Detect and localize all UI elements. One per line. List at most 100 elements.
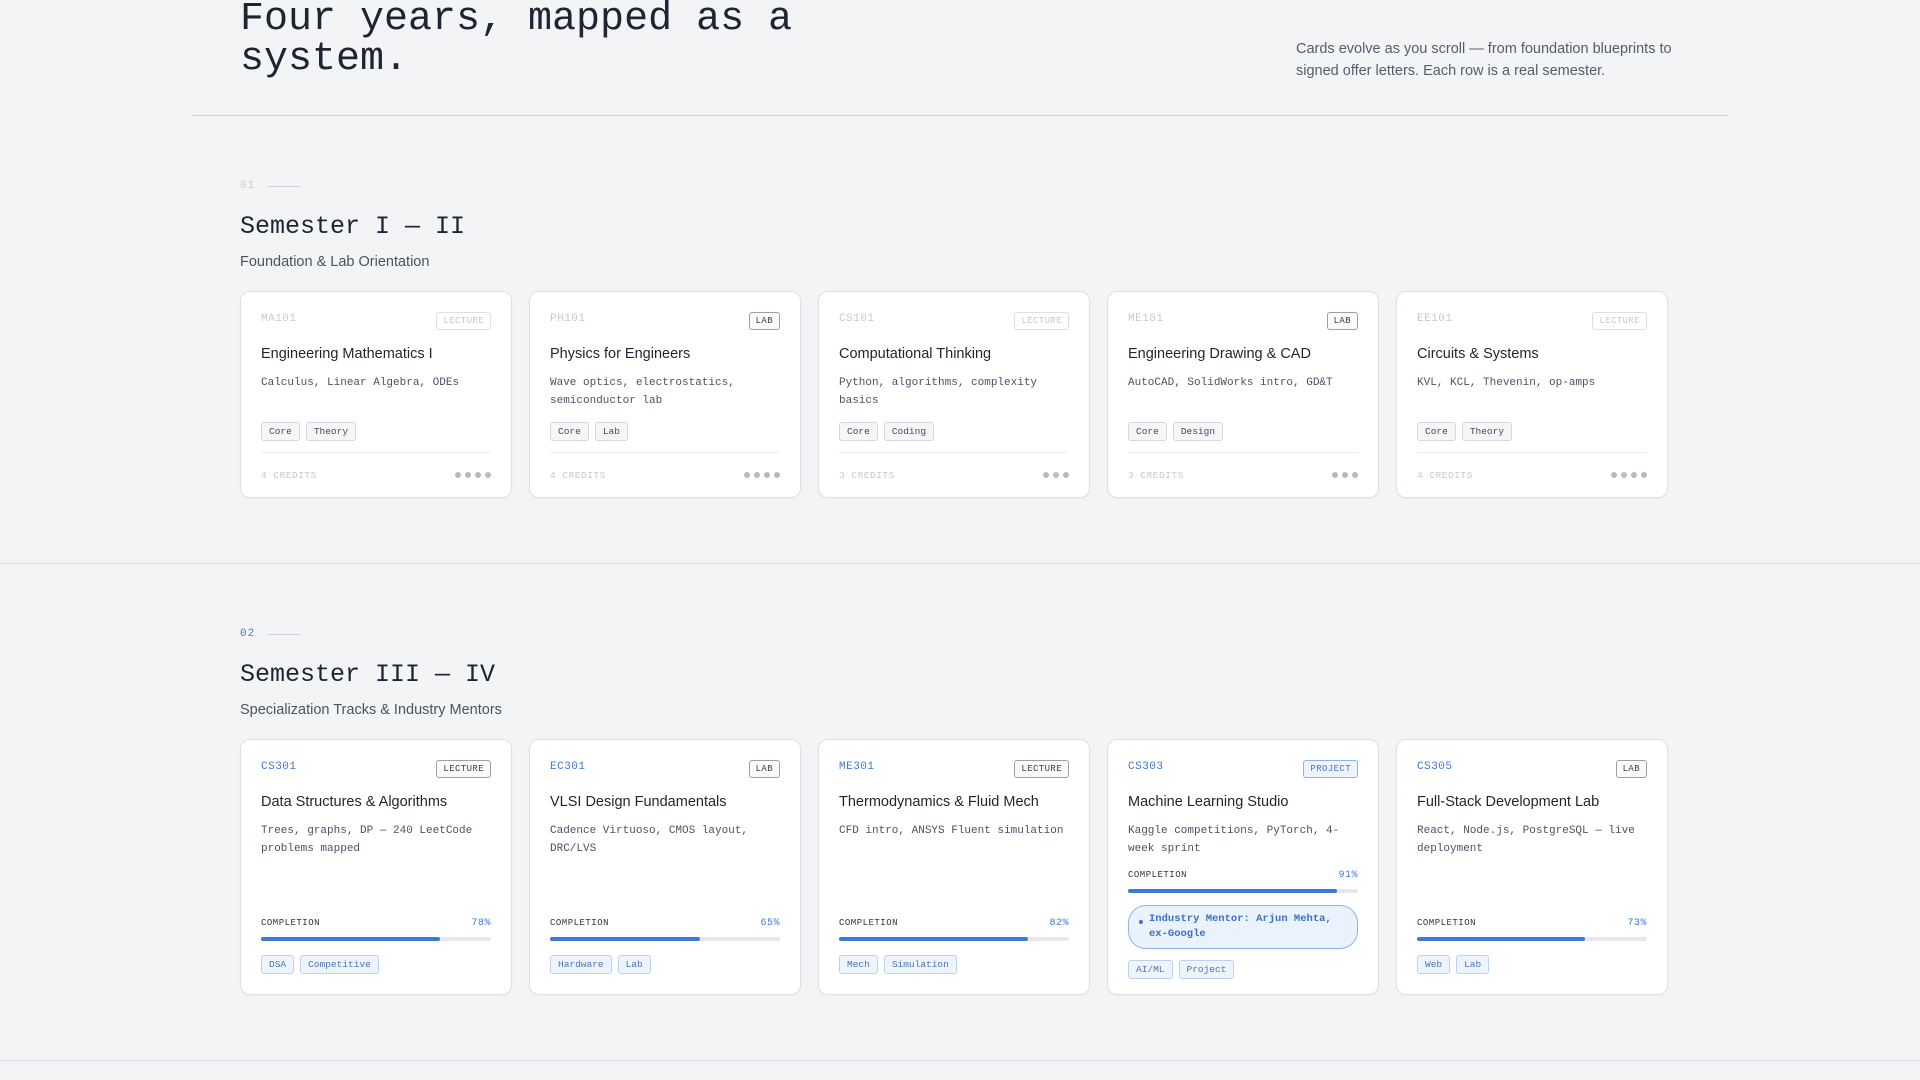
tag-list: Mech Simulation: [839, 955, 1069, 974]
section-divider: [0, 1060, 1920, 1061]
tag-list: Core Theory: [1417, 422, 1647, 441]
completion-block: COMPLETION 65%: [550, 918, 780, 941]
completion-label: COMPLETION: [1128, 870, 1188, 880]
course-code: EC301: [550, 761, 586, 773]
tag-list: Core Theory: [261, 422, 491, 441]
course-code: EE101: [1417, 313, 1453, 325]
credit-dot: [754, 472, 760, 478]
credit-dot: [1332, 472, 1338, 478]
course-card[interactable]: EC301 LAB VLSI Design Fundamentals Cadence …: [529, 739, 801, 995]
section-number: 02: [240, 628, 1680, 640]
progress-fill: [1128, 889, 1338, 893]
course-card[interactable]: CS305 LAB Full-Stack Development Lab React,…: [1396, 739, 1668, 995]
page-description: Cards evolve as you scroll — from founda…: [1296, 41, 1672, 79]
tag-list: Core Design: [1128, 422, 1358, 441]
credit-dot: [1611, 472, 1617, 478]
mentor-label: Industry Mentor: Arjun Mehta, ex-Google: [1149, 913, 1332, 940]
tag: Theory: [1461, 422, 1513, 441]
course-type-badge: LAB: [1615, 760, 1647, 778]
course-code: PH101: [550, 313, 586, 325]
course-card[interactable]: ME101 LAB Engineering Drawing & CAD AutoCAD…: [1107, 291, 1379, 498]
tag: Mech: [839, 955, 878, 974]
card-header: CS305 LAB: [1417, 760, 1647, 780]
course-card[interactable]: EE101 LECTURE Circuits & Systems KVL, KCL, …: [1396, 291, 1668, 498]
course-card[interactable]: MA101 LECTURE Engineering Mathematics I Cal…: [240, 291, 512, 498]
credit-dot: [1053, 472, 1059, 478]
mentor-pill[interactable]: Industry Mentor: Arjun Mehta, ex-Google: [1128, 905, 1358, 949]
course-code: CS101: [839, 313, 875, 325]
credits-label: 4 CREDITS: [261, 469, 317, 481]
section-subtitle: Foundation & Lab Orientation: [240, 254, 430, 270]
card-header: PH101 LAB: [550, 312, 780, 332]
progress-fill: [839, 937, 1028, 941]
credit-dot: [475, 472, 481, 478]
course-title: Machine Learning Studio: [1128, 794, 1289, 810]
course-card[interactable]: CS101 LECTURE Computational Thinking Python…: [818, 291, 1090, 498]
card-header: CS101 LECTURE: [839, 312, 1069, 332]
course-description: CFD intro, ANSYS Fluent simulation: [839, 825, 1064, 837]
course-card[interactable]: CS301 LECTURE Data Structures & Algorithms…: [240, 739, 512, 995]
semester-section-2: 02 Semester III — IV Specialization Trac…: [240, 628, 1680, 718]
tag-list: AI/ML Project: [1128, 960, 1358, 979]
progress-bar: [261, 937, 491, 941]
card-header: MA101 LECTURE: [261, 312, 491, 332]
progress-bar: [839, 937, 1069, 941]
credit-dots: [1611, 472, 1647, 478]
credits-label: 4 CREDITS: [550, 469, 606, 481]
completion-label: COMPLETION: [839, 918, 899, 928]
card-header: CS303 PROJECT: [1128, 760, 1358, 780]
tag: Core: [1128, 422, 1167, 441]
page-title: Four years, mapped as a system.: [240, 0, 793, 82]
course-card[interactable]: PH101 LAB Physics for Engineers Wave optics…: [529, 291, 801, 498]
credit-dot: [1063, 472, 1069, 478]
completion-label: COMPLETION: [550, 918, 610, 928]
progress-fill: [550, 937, 700, 941]
completion-row: COMPLETION 78%: [261, 918, 491, 929]
course-type-badge: LECTURE: [436, 760, 491, 778]
tag: Core: [839, 422, 878, 441]
course-card[interactable]: CS303 PROJECT Machine Learning Studio Kaggl…: [1107, 739, 1379, 995]
section-subtitle: Specialization Tracks & Industry Mentors: [240, 702, 502, 718]
course-type-badge: LECTURE: [1592, 312, 1647, 330]
progress-bar: [1128, 889, 1358, 893]
credit-dot: [764, 472, 770, 478]
completion-label: COMPLETION: [1417, 918, 1477, 928]
course-title: Engineering Mathematics I: [261, 346, 433, 362]
course-description: Wave optics, electrostatics, semiconduct…: [550, 377, 735, 407]
credit-dot: [485, 472, 491, 478]
credit-dot: [1352, 472, 1358, 478]
section-divider: [0, 563, 1920, 564]
tag: Core: [261, 422, 300, 441]
tag: DSA: [261, 955, 295, 974]
progress-fill: [261, 937, 441, 941]
tag: Core: [1417, 422, 1456, 441]
credit-dot: [455, 472, 461, 478]
course-title: Physics for Engineers: [550, 346, 691, 362]
completion-row: COMPLETION 91%: [1128, 870, 1358, 881]
card-footer: 3 CREDITS: [1128, 452, 1358, 497]
course-card[interactable]: ME301 LECTURE Thermodynamics & Fluid Mech C…: [818, 739, 1090, 995]
credit-dot: [744, 472, 750, 478]
section-title: Semester I — II: [240, 212, 466, 241]
credits-label: 3 CREDITS: [839, 469, 895, 481]
tag: Competitive: [300, 955, 379, 974]
progress-bar: [550, 937, 780, 941]
completion-row: COMPLETION 65%: [550, 918, 780, 929]
card-footer: 4 CREDITS: [261, 452, 491, 497]
semester-section-1: 01 Semester I — II Foundation & Lab Orie…: [240, 180, 1680, 270]
card-footer: 4 CREDITS: [550, 452, 780, 497]
section-title: Semester III — IV: [240, 660, 496, 689]
completion-value: 78%: [471, 918, 491, 929]
tag-list: Web Lab: [1417, 955, 1647, 974]
tag-list: Core Lab: [550, 422, 780, 441]
completion-value: 82%: [1049, 918, 1069, 929]
credit-dot: [1621, 472, 1627, 478]
course-title: Data Structures & Algorithms: [261, 794, 448, 810]
completion-value: 65%: [760, 918, 780, 929]
card-header: EE101 LECTURE: [1417, 312, 1647, 332]
course-description: React, Node.js, PostgreSQL — live deploy…: [1417, 825, 1635, 855]
course-type-badge: LAB: [748, 312, 780, 330]
tag: Theory: [305, 422, 357, 441]
course-code: ME101: [1128, 313, 1164, 325]
course-card-row-1: MA101 LECTURE Engineering Mathematics I Cal…: [240, 291, 1668, 498]
